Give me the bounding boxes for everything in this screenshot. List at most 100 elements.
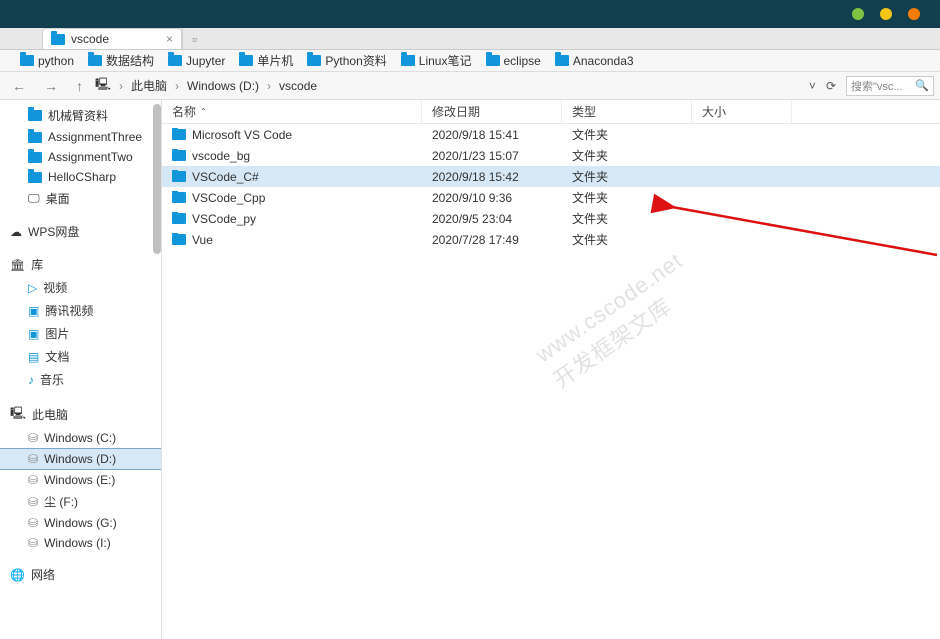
disk-icon: ⛁ bbox=[28, 431, 38, 445]
bookmark-item[interactable]: Anaconda3 bbox=[555, 54, 634, 68]
sidebar-drive-item[interactable]: ⛁Windows (D:) bbox=[0, 448, 161, 470]
crumb-folder[interactable]: vscode bbox=[279, 79, 317, 93]
sidebar-drive-item[interactable]: ⛁Windows (I:) bbox=[0, 533, 161, 553]
file-type: 文件夹 bbox=[562, 168, 692, 185]
sidebar-this-pc[interactable]: 🖳 此电脑 bbox=[0, 401, 161, 428]
disk-icon: ⛁ bbox=[28, 495, 38, 509]
sidebar-network[interactable]: 🌐 网络 bbox=[0, 563, 161, 586]
lib-item-icon: ▣ bbox=[28, 304, 39, 318]
sidebar-drive-item[interactable]: ⛁Windows (C:) bbox=[0, 428, 161, 448]
lib-item-icon: ▷ bbox=[28, 281, 37, 295]
table-row[interactable]: VSCode_Cpp 2020/9/10 9:36文件夹 bbox=[162, 187, 940, 208]
column-headers: 名称 ⌃ 修改日期 类型 大小 bbox=[162, 100, 940, 124]
file-date: 2020/9/5 23:04 bbox=[422, 212, 562, 226]
sidebar-drive-item[interactable]: ⛁Windows (G:) bbox=[0, 513, 161, 533]
folder-icon bbox=[172, 192, 186, 203]
sidebar-lib-item[interactable]: ▤文档 bbox=[0, 345, 161, 368]
lib-item-icon: ▣ bbox=[28, 327, 39, 341]
file-name: VSCode_Cpp bbox=[192, 191, 265, 205]
watermark: www.cscode.net 开发框架文库 bbox=[530, 246, 707, 396]
file-date: 2020/9/10 9:36 bbox=[422, 191, 562, 205]
folder-icon bbox=[172, 171, 186, 182]
explorer-toolbar: ← → ↑ 🖳 › 此电脑 › Windows (D:) › vscode ˅ … bbox=[0, 72, 940, 100]
browser-tab-active[interactable]: vscode × bbox=[42, 28, 182, 49]
desktop-icon: 🖵 bbox=[28, 191, 40, 206]
table-row[interactable]: VSCode_py2020/9/5 23:04文件夹 bbox=[162, 208, 940, 229]
sidebar-fav-item[interactable]: 🖵桌面 bbox=[0, 187, 161, 210]
folder-icon bbox=[28, 132, 42, 143]
bookmark-item[interactable]: eclipse bbox=[486, 54, 541, 68]
file-date: 2020/7/28 17:49 bbox=[422, 233, 562, 247]
back-button[interactable]: ← bbox=[6, 78, 32, 94]
sidebar-library[interactable]: 🏛 库 bbox=[0, 253, 161, 276]
breadcrumb[interactable]: 🖳 › 此电脑 › Windows (D:) › vscode bbox=[95, 75, 803, 96]
sidebar-lib-item[interactable]: ▣图片 bbox=[0, 322, 161, 345]
bookmark-item[interactable]: Jupyter bbox=[168, 54, 225, 68]
crumb-drive[interactable]: Windows (D:) bbox=[187, 79, 259, 93]
search-input[interactable]: 搜索"vsc... 🔍 bbox=[846, 76, 934, 96]
lib-item-icon: ▤ bbox=[28, 350, 39, 364]
folder-icon bbox=[28, 110, 42, 121]
sidebar-fav-item[interactable]: HelloCSharp bbox=[0, 167, 161, 187]
folder-icon bbox=[168, 55, 182, 66]
sidebar-lib-item[interactable]: ▷视频 bbox=[0, 276, 161, 299]
bookmark-item[interactable]: python bbox=[20, 54, 74, 68]
cloud-icon: ☁ bbox=[10, 225, 22, 239]
file-name: VSCode_py bbox=[192, 212, 256, 226]
sidebar-wps[interactable]: ☁ WPS网盘 bbox=[0, 220, 161, 243]
sidebar-fav-item[interactable]: AssignmentTwo bbox=[0, 147, 161, 167]
sidebar-lib-item[interactable]: ♪音乐 bbox=[0, 368, 161, 391]
folder-icon bbox=[401, 55, 415, 66]
window-close-dot[interactable] bbox=[908, 8, 920, 20]
up-button[interactable]: ↑ bbox=[70, 78, 89, 94]
bookmark-item[interactable]: Python资料 bbox=[307, 52, 386, 69]
forward-button[interactable]: → bbox=[38, 78, 64, 94]
tab-title: vscode bbox=[71, 32, 109, 46]
disk-icon: ⛁ bbox=[28, 516, 38, 530]
folder-icon bbox=[20, 55, 34, 66]
window-titlebar bbox=[0, 0, 940, 28]
col-type[interactable]: 类型 bbox=[562, 100, 692, 123]
file-name: Microsoft VS Code bbox=[192, 128, 292, 142]
new-tab-button[interactable]: ▫ bbox=[182, 28, 206, 49]
file-name: vscode_bg bbox=[192, 149, 250, 163]
file-date: 2020/9/18 15:42 bbox=[422, 170, 562, 184]
folder-icon bbox=[172, 150, 186, 161]
file-type: 文件夹 bbox=[562, 189, 692, 206]
disk-icon: ⛁ bbox=[28, 536, 38, 550]
disk-icon: ⛁ bbox=[28, 452, 38, 466]
table-row[interactable]: Vue2020/7/28 17:49文件夹 bbox=[162, 229, 940, 250]
crumb-root[interactable]: 此电脑 bbox=[131, 77, 167, 94]
close-icon[interactable]: × bbox=[166, 32, 173, 46]
folder-icon bbox=[172, 129, 186, 140]
bookmark-item[interactable]: Linux笔记 bbox=[401, 52, 472, 69]
table-row[interactable]: VSCode_C# 2020/9/18 15:42文件夹 bbox=[162, 166, 940, 187]
bookmark-item[interactable]: 数据结构 bbox=[88, 52, 154, 69]
folder-icon bbox=[239, 55, 253, 66]
col-name[interactable]: 名称 ⌃ bbox=[162, 100, 422, 123]
window-minimize-dot[interactable] bbox=[852, 8, 864, 20]
folder-icon bbox=[28, 172, 42, 183]
sidebar-drive-item[interactable]: ⛁Windows (E:) bbox=[0, 470, 161, 490]
sidebar-fav-item[interactable]: AssignmentThree bbox=[0, 127, 161, 147]
window-maximize-dot[interactable] bbox=[880, 8, 892, 20]
folder-icon bbox=[307, 55, 321, 66]
col-size[interactable]: 大小 bbox=[692, 100, 792, 123]
lib-item-icon: ♪ bbox=[28, 373, 34, 387]
bookmark-item[interactable]: 单片机 bbox=[239, 52, 293, 69]
table-row[interactable]: vscode_bg2020/1/23 15:07文件夹 bbox=[162, 145, 940, 166]
folder-icon bbox=[555, 55, 569, 66]
sort-indicator-icon: ⌃ bbox=[200, 107, 207, 116]
sidebar-lib-item[interactable]: ▣腾讯视频 bbox=[0, 299, 161, 322]
sidebar-fav-item[interactable]: 机械臂资料 bbox=[0, 104, 161, 127]
col-date[interactable]: 修改日期 bbox=[422, 100, 562, 123]
folder-icon bbox=[172, 213, 186, 224]
history-dropdown[interactable]: ˅ bbox=[809, 79, 816, 93]
file-name: VSCode_C# bbox=[192, 170, 259, 184]
search-icon: 🔍 bbox=[915, 79, 929, 92]
sidebar-drive-item[interactable]: ⛁尘 (F:) bbox=[0, 490, 161, 513]
file-type: 文件夹 bbox=[562, 147, 692, 164]
table-row[interactable]: Microsoft VS Code2020/9/18 15:41文件夹 bbox=[162, 124, 940, 145]
sidebar-scrollbar[interactable] bbox=[153, 104, 161, 254]
refresh-button[interactable]: ⟳ bbox=[826, 79, 836, 93]
